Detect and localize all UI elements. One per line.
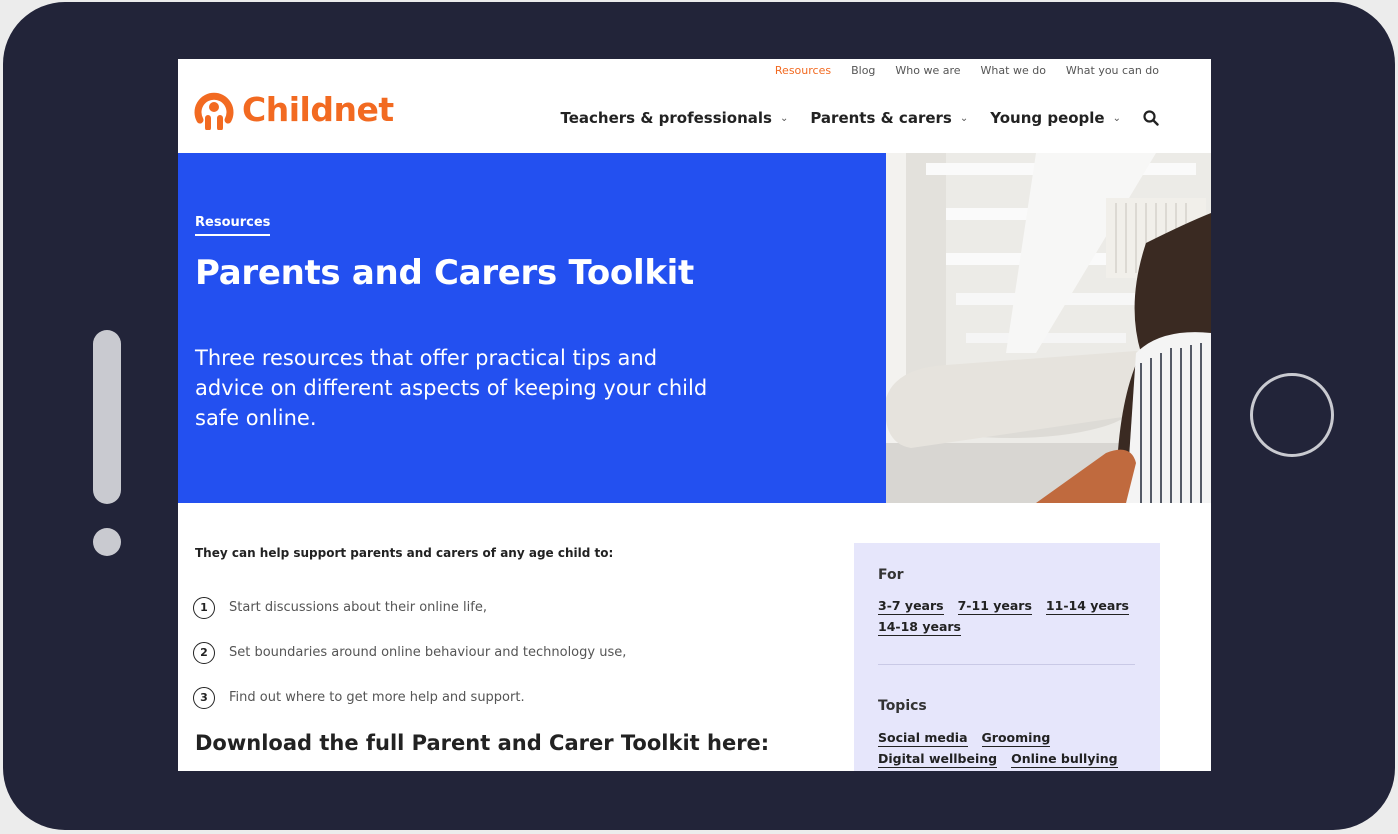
main-nav: Teachers & professionals ⌄ Parents & car… xyxy=(561,109,1160,127)
utility-nav: Resources Blog Who we are What we do Wha… xyxy=(775,64,1159,77)
step-number: 3 xyxy=(193,686,215,709)
hero-text-panel: Resources Parents and Carers Toolkit Thr… xyxy=(178,153,886,503)
nav-young-people[interactable]: Young people ⌄ xyxy=(990,109,1121,127)
hero-subtitle: Three resources that offer practical tip… xyxy=(195,346,708,430)
util-nav-who-we-are[interactable]: Who we are xyxy=(895,64,960,77)
filter-sidebar: For 3-7 years 7-11 years 11-14 years 14-… xyxy=(854,543,1160,771)
download-heading: Download the full Parent and Carer Toolk… xyxy=(195,731,770,755)
util-nav-what-we-do[interactable]: What we do xyxy=(981,64,1046,77)
step-number: 2 xyxy=(193,641,215,664)
nav-label: Parents & carers xyxy=(810,109,952,127)
logo[interactable]: Childnet xyxy=(194,87,394,131)
childnet-logo-icon xyxy=(194,92,234,130)
divider xyxy=(878,664,1135,665)
camera-dot xyxy=(93,528,121,556)
nav-label: Teachers & professionals xyxy=(560,109,772,127)
hero-photo-illustration xyxy=(886,153,1211,503)
steps-list: 1 Start discussions about their online l… xyxy=(193,585,626,720)
topic-tags: Social media Grooming Digital wellbeing … xyxy=(878,730,1143,768)
search-icon[interactable] xyxy=(1143,110,1159,126)
age-tag-11-14[interactable]: 11-14 years xyxy=(1045,598,1129,615)
for-label: For xyxy=(878,567,904,583)
chevron-down-icon: ⌄ xyxy=(779,112,789,124)
list-item: 3 Find out where to get more help and su… xyxy=(193,675,626,720)
nav-label: Young people xyxy=(990,109,1105,127)
topic-tag-grooming[interactable]: Grooming xyxy=(981,730,1051,747)
site-header: Childnet Resources Blog Who we are What … xyxy=(178,59,1211,153)
main-content: They can help support parents and carers… xyxy=(178,503,1211,771)
browser-screen: Childnet Resources Blog Who we are What … xyxy=(178,59,1211,771)
list-item: 1 Start discussions about their online l… xyxy=(193,585,626,630)
step-text: Find out where to get more help and supp… xyxy=(229,690,525,705)
age-tag-3-7[interactable]: 3-7 years xyxy=(878,598,944,615)
chevron-down-icon: ⌄ xyxy=(959,112,969,124)
step-number: 1 xyxy=(193,596,215,619)
age-tag-14-18[interactable]: 14-18 years xyxy=(878,619,961,636)
step-text: Start discussions about their online lif… xyxy=(229,600,487,615)
list-item: 2 Set boundaries around online behaviour… xyxy=(193,630,626,675)
volume-button xyxy=(93,330,121,504)
age-tag-7-11[interactable]: 7-11 years xyxy=(957,598,1032,615)
topic-tag-online-bullying[interactable]: Online bullying xyxy=(1011,751,1118,768)
nav-teachers-professionals[interactable]: Teachers & professionals ⌄ xyxy=(561,109,789,127)
nav-parents-carers[interactable]: Parents & carers ⌄ xyxy=(810,109,968,127)
chevron-down-icon: ⌄ xyxy=(1112,112,1121,124)
topic-tag-digital-wellbeing[interactable]: Digital wellbeing xyxy=(878,751,998,768)
intro-text: They can help support parents and carers… xyxy=(195,546,614,560)
util-nav-what-you-can-do[interactable]: What you can do xyxy=(1066,64,1159,77)
hero-photo xyxy=(886,153,1211,503)
topic-tag-social-media[interactable]: Social media xyxy=(878,730,968,747)
step-text: Set boundaries around online behaviour a… xyxy=(229,645,627,660)
hero-banner: Resources Parents and Carers Toolkit Thr… xyxy=(178,153,1211,503)
logo-text: Childnet xyxy=(242,89,394,129)
breadcrumb[interactable]: Resources xyxy=(195,215,271,236)
util-nav-blog[interactable]: Blog xyxy=(851,64,875,77)
age-tags: 3-7 years 7-11 years 11-14 years 14-18 y… xyxy=(878,598,1143,636)
topics-label: Topics xyxy=(878,698,927,714)
page-title: Parents and Carers Toolkit xyxy=(195,253,694,293)
util-nav-resources[interactable]: Resources xyxy=(775,64,831,77)
home-button[interactable] xyxy=(1250,373,1334,457)
